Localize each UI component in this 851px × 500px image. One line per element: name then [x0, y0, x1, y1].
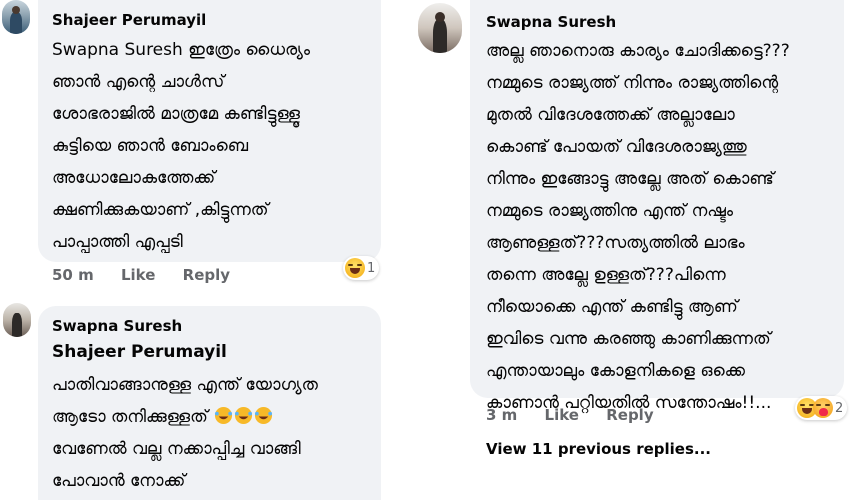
comment-line: ശോഭരാജിൽ മാത്രമേ കണ്ടിട്ടുള്ളൂ [52, 104, 300, 124]
like-button[interactable]: Like [121, 266, 155, 284]
comment-line: കുട്ടിയെ ഞാൻ ബോംബെ [52, 136, 249, 156]
haha-icon [345, 258, 365, 278]
comment-line: അല്ല ഞാനൊരു കാര്യം ചോദിക്കട്ടെ??? [486, 41, 790, 61]
comment-author[interactable]: Swapna Suresh [52, 317, 182, 335]
comment-time[interactable]: 50 m [52, 266, 94, 284]
comment-text: Swapna Suresh ഇത്രേം ധൈര്യം ഞാൻ എന്റെ ചാ… [52, 34, 310, 258]
comment-line: ആണുള്ളത്???സത്യത്തിൽ ലാഭം [486, 233, 745, 253]
comment-line: ക്ഷണിക്കുകയാണ് ,കിട്ടുന്നത് [52, 200, 269, 220]
comment-line: പാതിവാങ്ങാനുള്ള എന്ത് യോഗ്യത [52, 375, 318, 395]
comment-line: പാപ്പാത്തി എപ്പടി [52, 232, 183, 252]
rofl-emoji-icon [215, 406, 233, 425]
comment-bubble-shajeer: Shajeer Perumayil Swapna Suresh ഇത്രേം ധ… [38, 0, 381, 262]
comment-line: വേണേൽ വല്ല നക്കാപ്പിച്ച വാങ്ങി [52, 439, 301, 459]
like-button[interactable]: Like [545, 406, 579, 424]
reply-button[interactable]: Reply [606, 406, 653, 424]
comment-line: നീയൊക്കെ എന്ത് കണ്ടിട്ടു ആണ് [486, 297, 738, 317]
comment-line: ഞാൻ എന്റെ ചാൾസ് [52, 72, 225, 92]
comment-line: ആടോ തനിക്കുള്ളത് [52, 401, 318, 433]
comment-line: Swapna Suresh ഇത്രേം ധൈര്യം [52, 40, 311, 60]
comment-line: മുതൽ വിദേശത്തേക്ക് അല്ലാലോ [486, 105, 735, 125]
avatar-swapna-large[interactable] [418, 3, 462, 53]
mention-link[interactable]: Shajeer Perumayil [52, 342, 227, 362]
comment-author[interactable]: Shajeer Perumayil [52, 11, 206, 29]
rofl-emoji-icon [255, 406, 273, 425]
comment-bubble-swapna-reply: Swapna Suresh അല്ല ഞാനൊരു കാര്യം ചോദിക്ക… [470, 0, 844, 413]
comment-line: എന്തായാലും കോളനികളെ ഒക്കെ [486, 361, 745, 381]
comment-line: പോവാൻ നോക്ക് [52, 471, 186, 491]
comment-line: തന്നെ അല്ലേ ഉള്ളത്???പിന്നെ [486, 265, 726, 285]
comment-line: അധോലോകത്തേക്ക് [52, 168, 216, 188]
comment-actions: 50 m Like Reply [52, 266, 230, 284]
comment-line: നമ്മുടെ രാജ്യത്ത് നിന്നും രാജ്യത്തിന്റെ [486, 73, 779, 93]
reaction-summary[interactable]: 1 [343, 256, 380, 280]
comment-line: കൊണ്ട് പോയത് വിദേശരാജ്യത്തു [486, 137, 747, 157]
care-icon [813, 398, 833, 418]
comment-text: അല്ല ഞാനൊരു കാര്യം ചോദിക്കട്ടെ??? നമ്മുട… [486, 35, 790, 419]
comment-text: പാതിവാങ്ങാനുള്ള എന്ത് യോഗ്യത ആടോ തനിക്കു… [52, 369, 318, 497]
reaction-count: 2 [835, 400, 844, 416]
comment-line: നിന്നും ഇങ്ങോട്ടു അല്ലേ അത് കൊണ്ട് [486, 169, 774, 189]
reaction-count: 1 [367, 260, 376, 276]
avatar-shajeer[interactable] [2, 0, 30, 34]
comment-line: നമ്മുടെ രാജ്യത്തിനു എന്ത് നഷ്ടം [486, 201, 734, 221]
comment-line: ഇവിടെ വന്നു കരഞ്ഞു കാണിക്കുന്നത് [486, 329, 771, 349]
reaction-summary[interactable]: 2 [795, 396, 848, 420]
comment-author[interactable]: Swapna Suresh [486, 13, 616, 31]
comment-time[interactable]: 3 m [486, 406, 517, 424]
rofl-emoji-icon [235, 406, 253, 425]
view-previous-replies-link[interactable]: View 11 previous replies... [486, 440, 711, 458]
avatar-swapna[interactable] [3, 303, 31, 337]
comment-actions: 3 m Like Reply [486, 406, 654, 424]
reply-button[interactable]: Reply [183, 266, 230, 284]
comment-bubble-swapna: Swapna Suresh Shajeer Perumayil പാതിവാങ്… [38, 306, 381, 500]
